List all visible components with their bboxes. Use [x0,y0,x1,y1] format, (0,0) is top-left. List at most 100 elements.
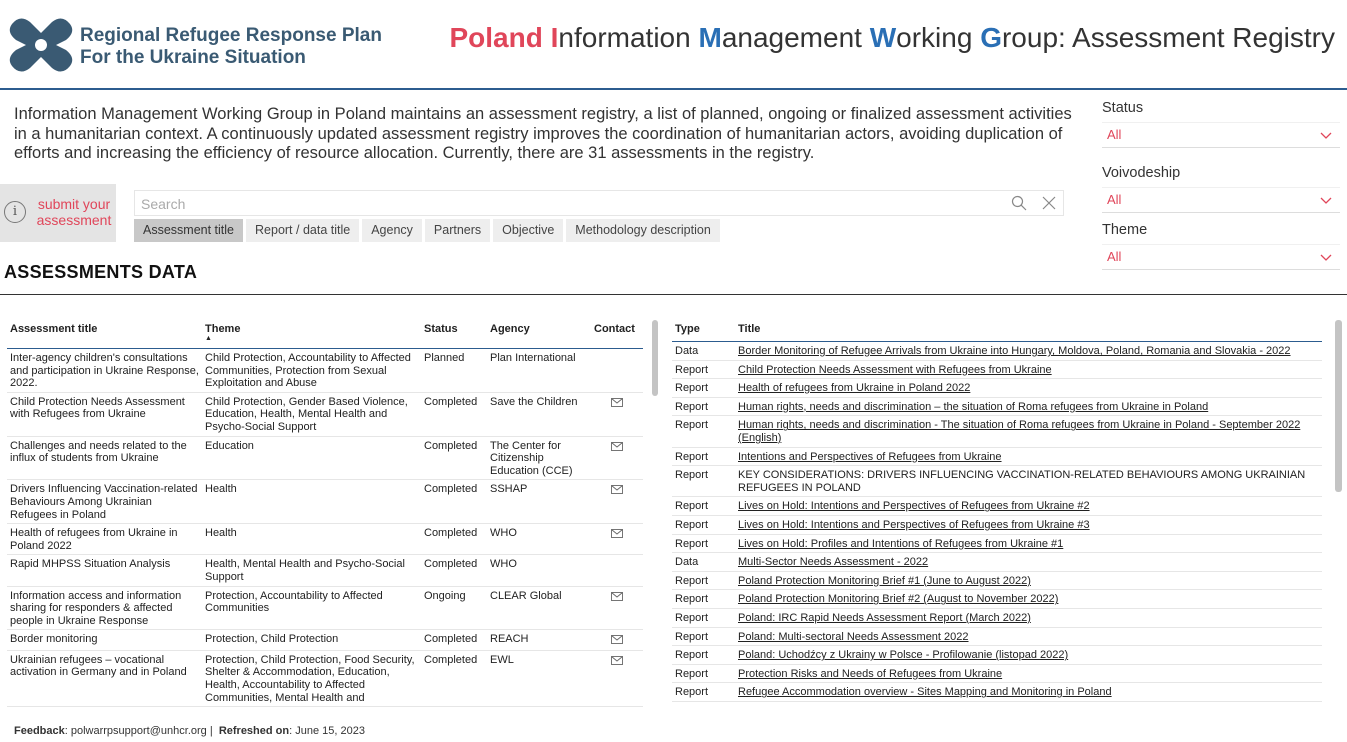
table-row[interactable]: Report Child Protection Needs Assessment … [672,360,1322,380]
report-link[interactable]: Border Monitoring of Refugee Arrivals fr… [735,341,1322,361]
cell-title: Ukrainian refugees – vocational activati… [7,650,202,708]
mail-icon[interactable] [611,397,623,407]
table-row[interactable]: Report Lives on Hold: Intentions and Pers… [672,515,1322,535]
mail-icon[interactable] [611,635,623,645]
table-row[interactable]: Report Intentions and Perspectives of Ref… [672,447,1322,467]
info-icon: i [4,201,26,223]
tab-assessment-title[interactable]: Assessment title [134,219,244,242]
title-part: roup: Assessment Registry [1001,22,1335,53]
report-link[interactable]: Refugee Accommodation overview - Sites M… [735,682,1322,702]
mail-icon[interactable] [611,441,623,451]
search-input[interactable]: Search [134,190,1064,216]
table-row[interactable]: Report Health of refugees from Ukraine in… [672,378,1322,398]
table-row[interactable]: Data Border Monitoring of Refugee Arrival… [672,341,1322,361]
report-link[interactable]: Human rights, needs and discrimination -… [735,415,1322,448]
table-row[interactable]: Data Multi-Sector Needs Assessment - 2022 [672,552,1322,572]
table-row[interactable]: Report Human rights, needs and discrimina… [672,415,1322,448]
report-link[interactable]: Protection Risks and Needs of Refugees f… [735,664,1322,684]
report-link[interactable]: Lives on Hold: Profiles and Intentions o… [735,534,1322,554]
report-link[interactable]: Poland Protection Monitoring Brief #2 (A… [735,589,1322,609]
mail-icon[interactable] [611,529,623,539]
table-row[interactable]: Border monitoring Protection, Child Prote… [7,629,643,651]
table-row[interactable]: Drivers Influencing Vaccination-related … [7,479,643,525]
column-header[interactable]: Title [735,320,1322,342]
table-row[interactable]: Rapid MHPSS Situation Analysis Health, Me… [7,554,643,587]
mail-icon[interactable] [611,655,623,665]
column-header[interactable]: Type [672,320,735,342]
column-header[interactable]: Assessment title [7,320,202,349]
cell-agency: REACH [487,629,591,651]
cell-theme: Protection, Child Protection [202,629,421,651]
submit-assessment-button[interactable]: i submit your assessment [0,184,116,242]
table-row[interactable]: Report Poland: Uchodźcy z Ukrainy w Polsc… [672,645,1322,665]
voivodeship-filter-select[interactable]: All [1102,187,1340,213]
header: Regional Refugee Response Plan For the U… [0,0,1347,90]
table-row[interactable]: Report KEY CONSIDERATIONS: DRIVERS INFLUE… [672,465,1322,498]
status-filter-value: All [1107,127,1122,142]
rrp-logo-icon [9,18,73,72]
tab-partners[interactable]: Partners [424,219,491,242]
table-row[interactable]: Ukrainian refugees – vocational activati… [7,650,643,708]
assessments-table-scrollbar[interactable] [652,320,658,396]
table-row[interactable]: Report Refugee Accommodation overview - S… [672,682,1322,702]
column-header[interactable]: Theme ▲ [202,320,421,349]
title-part: P [449,22,469,53]
cell-status: Planned [421,348,487,393]
table-row[interactable]: Report Lives on Hold: Profiles and Intent… [672,534,1322,554]
table-row[interactable]: Report Poland: Multi-sectoral Needs Asses… [672,627,1322,647]
report-link[interactable]: Poland: Multi-sectoral Needs Assessment … [735,627,1322,647]
table-row[interactable]: Report Lives on Hold: Intentions and Pers… [672,496,1322,516]
table-row[interactable]: Report Poland Protection Monitoring Brief… [672,571,1322,591]
table-row[interactable]: Information access and information shari… [7,586,643,631]
reports-table-scrollbar[interactable] [1335,320,1342,492]
cell-type: Data [672,341,735,361]
status-filter-select[interactable]: All [1102,122,1340,148]
report-link[interactable]: Human rights, needs and discrimination –… [735,397,1322,417]
table-row[interactable]: Report Protection Risks and Needs of Refu… [672,664,1322,684]
tab-methodology-description[interactable]: Methodology description [566,219,720,242]
cell-title: Challenges and needs related to the infl… [7,436,202,481]
report-link[interactable]: Lives on Hold: Intentions and Perspectiv… [735,515,1322,535]
close-icon[interactable] [1041,195,1057,211]
table-row[interactable]: Inter-agency children's consultations an… [7,348,643,393]
report-link[interactable]: Poland: IRC Rapid Needs Assessment Repor… [735,608,1322,628]
assessments-table[interactable]: Assessment title Theme ▲ Status Agency Contac… [7,320,643,708]
mail-icon[interactable] [611,485,623,495]
cell-agency: The Center for Citizenship Education (CC… [487,436,591,481]
column-header[interactable]: Contact [591,320,643,349]
table-row[interactable]: Challenges and needs related to the infl… [7,436,643,481]
table-row[interactable]: Report Poland Protection Monitoring Brief… [672,589,1322,609]
column-header[interactable]: Agency [487,320,591,349]
cell-title: Inter-agency children's consultations an… [7,348,202,393]
table-row[interactable]: Report Human rights, needs and discrimina… [672,397,1322,417]
search-icon[interactable] [1011,195,1027,211]
report-link[interactable]: Lives on Hold: Intentions and Perspectiv… [735,496,1322,516]
title-part: orking [896,22,981,53]
column-header[interactable]: Status [421,320,487,349]
cell-type: Report [672,589,735,609]
cell-agency: EWL [487,650,591,708]
report-link[interactable]: Child Protection Needs Assessment with R… [735,360,1322,380]
column-header-label: Theme [205,323,241,335]
theme-filter-select[interactable]: All [1102,244,1340,270]
cell-title: Drivers Influencing Vaccination-related … [7,479,202,525]
table-row[interactable]: Health of refugees from Ukraine in Polan… [7,523,643,556]
report-link[interactable]: Health of refugees from Ukraine in Polan… [735,378,1322,398]
report-link[interactable]: Poland: Uchodźcy z Ukrainy w Polsce - Pr… [735,645,1322,665]
cell-theme: Protection, Child Protection, Food Secur… [202,650,421,708]
tab-objective[interactable]: Objective [493,219,564,242]
chevron-down-icon [1320,132,1332,139]
report-link[interactable]: Poland Protection Monitoring Brief #1 (J… [735,571,1322,591]
title-part: oland [468,22,551,53]
report-link[interactable]: Intentions and Perspectives of Refugees … [735,447,1322,467]
table-row[interactable]: Child Protection Needs Assessment with R… [7,392,643,437]
mail-icon[interactable] [611,591,623,601]
reports-table[interactable]: Type Title Data Border Monitoring of Refug… [672,320,1322,723]
table-row[interactable]: Report Poland: IRC Rapid Needs Assessment… [672,608,1322,628]
theme-filter-value: All [1107,249,1122,264]
cell-contact [591,554,643,587]
tab-agency[interactable]: Agency [362,219,422,242]
tab-report-data-title[interactable]: Report / data title [246,219,360,242]
report-link[interactable]: Multi-Sector Needs Assessment - 2022 [735,552,1322,572]
cell-agency: CLEAR Global [487,586,591,631]
